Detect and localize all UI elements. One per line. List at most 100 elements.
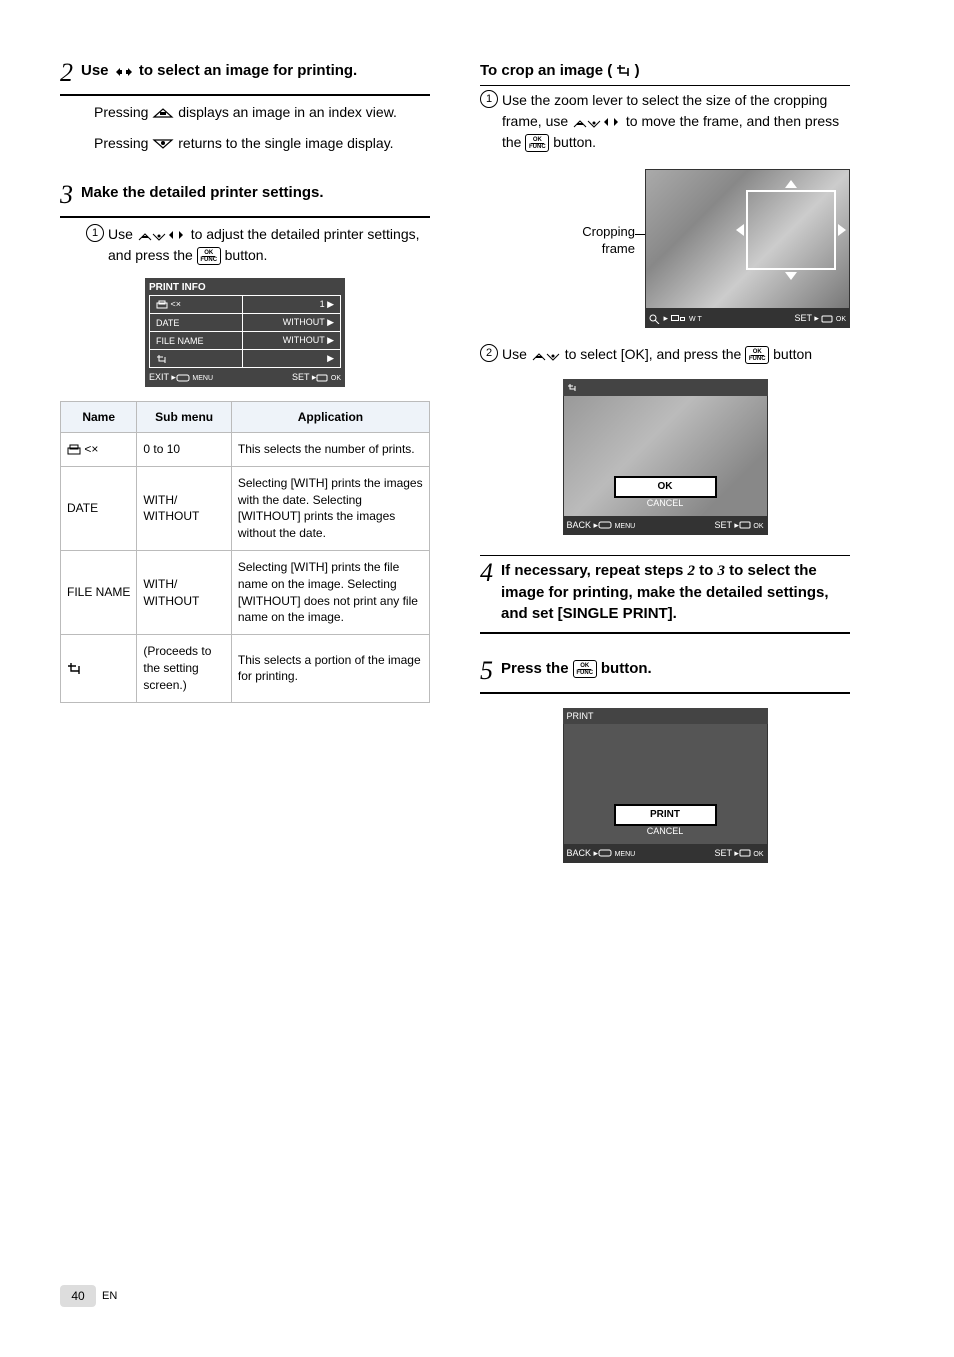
pi-r1-alt: <× bbox=[171, 299, 182, 309]
s4r2: 3 bbox=[718, 563, 726, 579]
th-name: Name bbox=[61, 402, 137, 433]
table-row: <× 0 to 10 This selects the number of pr… bbox=[61, 433, 430, 467]
dpad-icon bbox=[137, 228, 187, 242]
up-down-arrow-icon bbox=[531, 348, 561, 362]
step2-note-1: Pressing displays an image in an index v… bbox=[94, 102, 430, 123]
note1a: Pressing bbox=[94, 104, 152, 120]
pv-menu: MENU bbox=[615, 523, 636, 530]
pi-row4-name bbox=[150, 350, 243, 368]
r3-sub: WITH/ WITHOUT bbox=[137, 550, 232, 634]
th-sub: Sub menu bbox=[137, 402, 232, 433]
crop-icon bbox=[156, 354, 168, 364]
r3-app: Selecting [WITH] prints the file name on… bbox=[231, 550, 429, 634]
crop-title-a: To crop an image ( bbox=[480, 62, 612, 79]
print-panel-title: PRINT bbox=[563, 708, 768, 724]
s3a: Use bbox=[108, 226, 137, 242]
circled-1: 1 bbox=[480, 90, 498, 108]
pp-menu: MENU bbox=[615, 851, 636, 858]
table-row: (Proceeds to the setting screen.) This s… bbox=[61, 635, 430, 702]
ok-func-button-icon: OKFUNC bbox=[197, 247, 221, 265]
pi-r3-val: WITHOUT bbox=[283, 335, 325, 345]
step-5-number: 5 bbox=[480, 658, 493, 684]
r1-sub: 0 to 10 bbox=[137, 433, 232, 467]
crop-figure: Cropping frame ▸ W T SET ▸ bbox=[645, 169, 850, 328]
crop-frame-label: Cropping frame bbox=[565, 224, 635, 258]
left-right-arrow-icon bbox=[113, 61, 135, 82]
r1-alt: <× bbox=[84, 442, 98, 456]
print-confirm-panel: PRINT PRINT CANCEL BACK ▸ MENU SET ▸ OK bbox=[563, 708, 768, 863]
cf-ok: OK bbox=[836, 316, 846, 323]
th-app: Application bbox=[231, 402, 429, 433]
ok-func-button-icon: OKFUNC bbox=[745, 346, 769, 364]
step2-title-a: Use bbox=[81, 62, 113, 79]
pi-row1-name: <× bbox=[150, 296, 243, 314]
cf-wt: W T bbox=[689, 316, 702, 323]
crop-sub2: Use to select [OK], and press the OKFUNC… bbox=[502, 344, 850, 365]
note2b: returns to the single image display. bbox=[178, 135, 393, 151]
step-5-title: Press the OKFUNC button. bbox=[501, 658, 850, 679]
down-arrow-icon bbox=[152, 138, 174, 150]
step-3-number: 3 bbox=[60, 182, 73, 208]
pv-back: BACK bbox=[567, 520, 592, 530]
circled-2: 2 bbox=[480, 344, 498, 362]
r2-name: DATE bbox=[61, 466, 137, 550]
crop-sub1: Use the zoom lever to select the size of… bbox=[502, 90, 850, 153]
pi-menu: MENU bbox=[192, 375, 213, 382]
s5b: button. bbox=[601, 660, 652, 677]
table-row: FILE NAME WITH/ WITHOUT Selecting [WITH]… bbox=[61, 550, 430, 634]
dpad-icon bbox=[572, 115, 622, 129]
r4-sub: (Proceeds to the setting screen.) bbox=[137, 635, 232, 702]
pi-ok: OK bbox=[331, 375, 341, 382]
crop-icon bbox=[567, 383, 577, 393]
step-4-number: 4 bbox=[480, 560, 493, 586]
print-info-title: PRINT INFO bbox=[149, 282, 341, 293]
preview-cancel-option: CANCEL bbox=[614, 498, 717, 512]
cs2b: to select [OK], and press the bbox=[565, 346, 746, 362]
print-icon bbox=[67, 444, 81, 456]
step3-sub1: Use to adjust the detailed printer setti… bbox=[108, 224, 430, 266]
r2-app: Selecting [WITH] prints the images with … bbox=[231, 466, 429, 550]
ok-func-button-icon: OKFUNC bbox=[525, 134, 549, 152]
cf-set: SET bbox=[794, 313, 811, 323]
pi-row2-name: DATE bbox=[150, 314, 243, 332]
pv-set: SET bbox=[714, 520, 731, 530]
r4-app: This selects a portion of the image for … bbox=[231, 635, 429, 702]
s3c: button. bbox=[225, 247, 268, 263]
print-info-panel: PRINT INFO <× 1 ▶ DATE WITHOUT ▶ FILE NA… bbox=[145, 278, 345, 387]
print-icon bbox=[156, 300, 168, 310]
pi-r1-val: 1 bbox=[320, 299, 325, 309]
table-row: DATE WITH/ WITHOUT Selecting [WITH] prin… bbox=[61, 466, 430, 550]
zoom-icon bbox=[649, 314, 661, 324]
pi-r2-val: WITHOUT bbox=[283, 317, 325, 327]
step-2-title: Use to select an image for printing. bbox=[81, 60, 430, 82]
circled-1: 1 bbox=[86, 224, 104, 242]
pp-set: SET bbox=[714, 848, 731, 858]
s5a: Press the bbox=[501, 660, 573, 677]
page-lang: EN bbox=[102, 1290, 117, 1302]
page-number: 40 EN bbox=[60, 1285, 117, 1307]
note1b: displays an image in an index view. bbox=[178, 104, 397, 120]
step-3-title: Make the detailed printer settings. bbox=[81, 182, 430, 203]
preview-ok-option: OK bbox=[614, 476, 717, 498]
pi-row3-name: FILE NAME bbox=[150, 332, 243, 350]
settings-table: Name Sub menu Application <× 0 to 10 Thi… bbox=[60, 401, 430, 703]
up-arrow-icon bbox=[152, 107, 174, 119]
s4r1: 2 bbox=[688, 563, 696, 579]
note2a: Pressing bbox=[94, 135, 152, 151]
cs2c: button bbox=[773, 346, 812, 362]
cs1c: button. bbox=[553, 134, 596, 150]
s4b: to bbox=[699, 562, 717, 579]
crop-icon bbox=[67, 662, 81, 676]
page-num-text: 40 bbox=[71, 1289, 84, 1303]
r3-name: FILE NAME bbox=[61, 550, 137, 634]
cancel-option: CANCEL bbox=[614, 826, 717, 840]
step-2-number: 2 bbox=[60, 60, 73, 86]
step2-note-2: Pressing returns to the single image dis… bbox=[94, 133, 430, 154]
s4a: If necessary, repeat steps bbox=[501, 562, 688, 579]
pi-exit: EXIT bbox=[149, 372, 169, 382]
print-option: PRINT bbox=[614, 804, 717, 826]
pp-ok: OK bbox=[753, 851, 763, 858]
r1-app: This selects the number of prints. bbox=[231, 433, 429, 467]
pp-back: BACK bbox=[567, 848, 592, 858]
ok-func-button-icon: OKFUNC bbox=[573, 660, 597, 678]
